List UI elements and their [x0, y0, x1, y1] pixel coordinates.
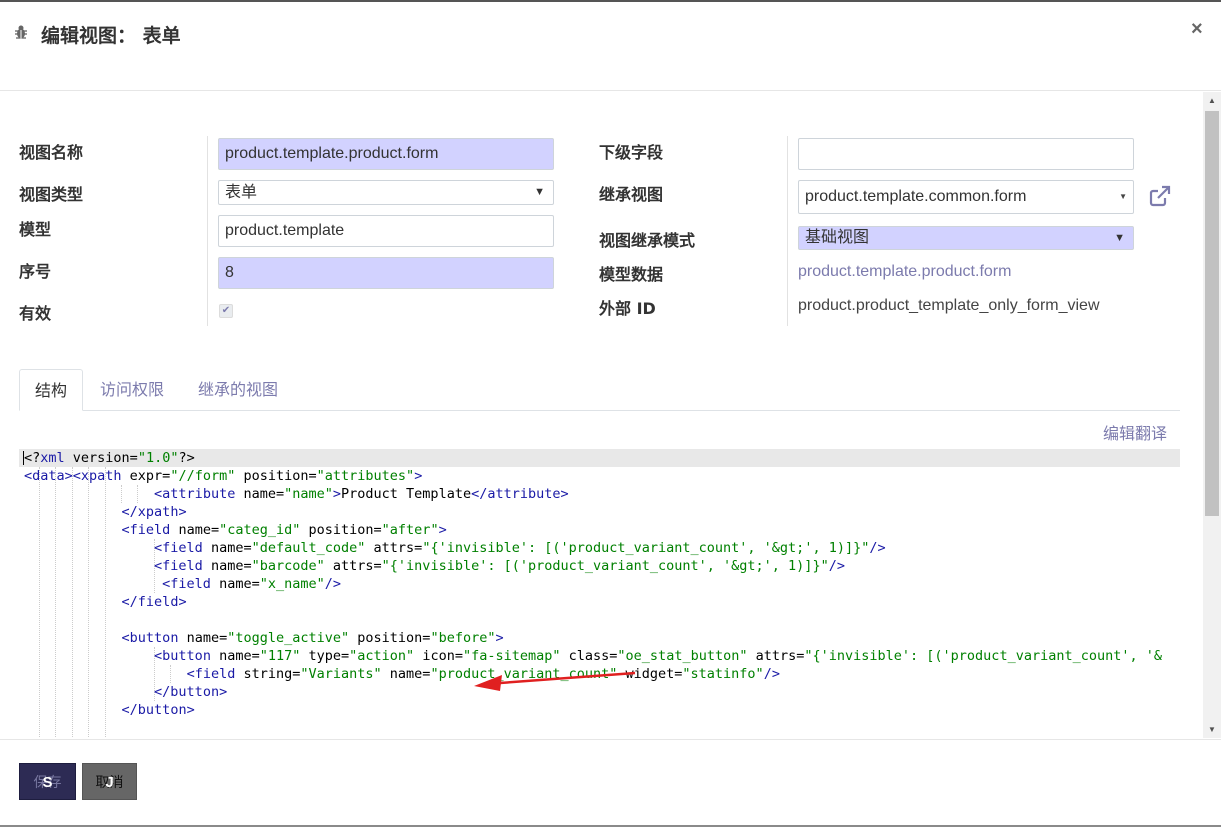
xml-code-editor[interactable]: <?xml version="1.0"?> <data><xpath expr=… [19, 449, 1180, 738]
active-checkbox[interactable]: ✔ [219, 304, 233, 318]
active-label: 有效 [19, 304, 52, 323]
view-name-field[interactable]: product.template.product.form [218, 138, 554, 170]
bug-icon [15, 25, 27, 39]
sequence-field[interactable]: 8 [218, 257, 554, 289]
edit-translation-link[interactable]: 编辑翻译 [1103, 420, 1167, 444]
save-button[interactable]: 保存 S [19, 763, 76, 800]
tab-access-rights[interactable]: 访问权限 [85, 369, 179, 411]
view-type-select[interactable]: 表单 [218, 180, 554, 205]
model-label: 模型 [19, 220, 52, 239]
scroll-up-arrow-icon[interactable]: ▲ [1203, 92, 1221, 109]
tab-structure[interactable]: 结构 [19, 369, 84, 411]
tab-inherited-views[interactable]: 继承的视图 [183, 369, 293, 411]
dialog-body: 视图名称 视图类型 模型 序号 有效 product.template.prod… [0, 92, 1203, 738]
dialog-footer: 保存 S 取消 J [0, 739, 1221, 825]
view-type-label: 视图类型 [19, 185, 84, 204]
child-field-label: 下级字段 [599, 143, 664, 162]
right-separator [787, 136, 788, 326]
model-data-label: 模型数据 [599, 265, 664, 284]
inherit-view-label: 继承视图 [599, 185, 664, 204]
child-field-input[interactable] [798, 138, 1134, 170]
close-icon[interactable]: × [1191, 18, 1203, 41]
inherit-view-value: product.template.common.form [805, 188, 1027, 205]
vertical-scrollbar[interactable]: ▲ ▼ [1203, 92, 1221, 738]
view-type-value: 表单 [225, 184, 258, 201]
left-separator [207, 136, 208, 326]
cancel-hotkey-overlay: J [105, 774, 114, 791]
cancel-button[interactable]: 取消 J [82, 763, 137, 800]
external-id-label: 外部 ID [599, 299, 656, 318]
external-id-value: product.product_template_only_form_view [798, 297, 1100, 314]
scrollbar-thumb[interactable] [1205, 111, 1219, 516]
inherit-mode-value: 基础视图 [805, 229, 870, 246]
notebook-tabs: 结构 访问权限 继承的视图 [19, 369, 1180, 411]
inherit-mode-select[interactable]: 基础视图 [798, 226, 1134, 250]
dialog-header: 编辑视图： 表单 × [0, 2, 1221, 91]
model-data-link[interactable]: product.template.product.form [798, 263, 1011, 281]
model-field[interactable]: product.template [218, 215, 554, 247]
dialog-title: 编辑视图： 表单 [41, 25, 181, 47]
inherit-mode-label: 视图继承模式 [599, 231, 696, 250]
view-name-label: 视图名称 [19, 143, 84, 162]
external-link-icon[interactable] [1148, 184, 1172, 208]
save-hotkey-overlay: S [42, 774, 53, 791]
inherit-view-combo[interactable]: product.template.common.form [798, 180, 1134, 214]
scroll-down-arrow-icon[interactable]: ▼ [1203, 721, 1221, 738]
red-arrow-annotation [474, 671, 636, 691]
sequence-label: 序号 [19, 262, 52, 281]
